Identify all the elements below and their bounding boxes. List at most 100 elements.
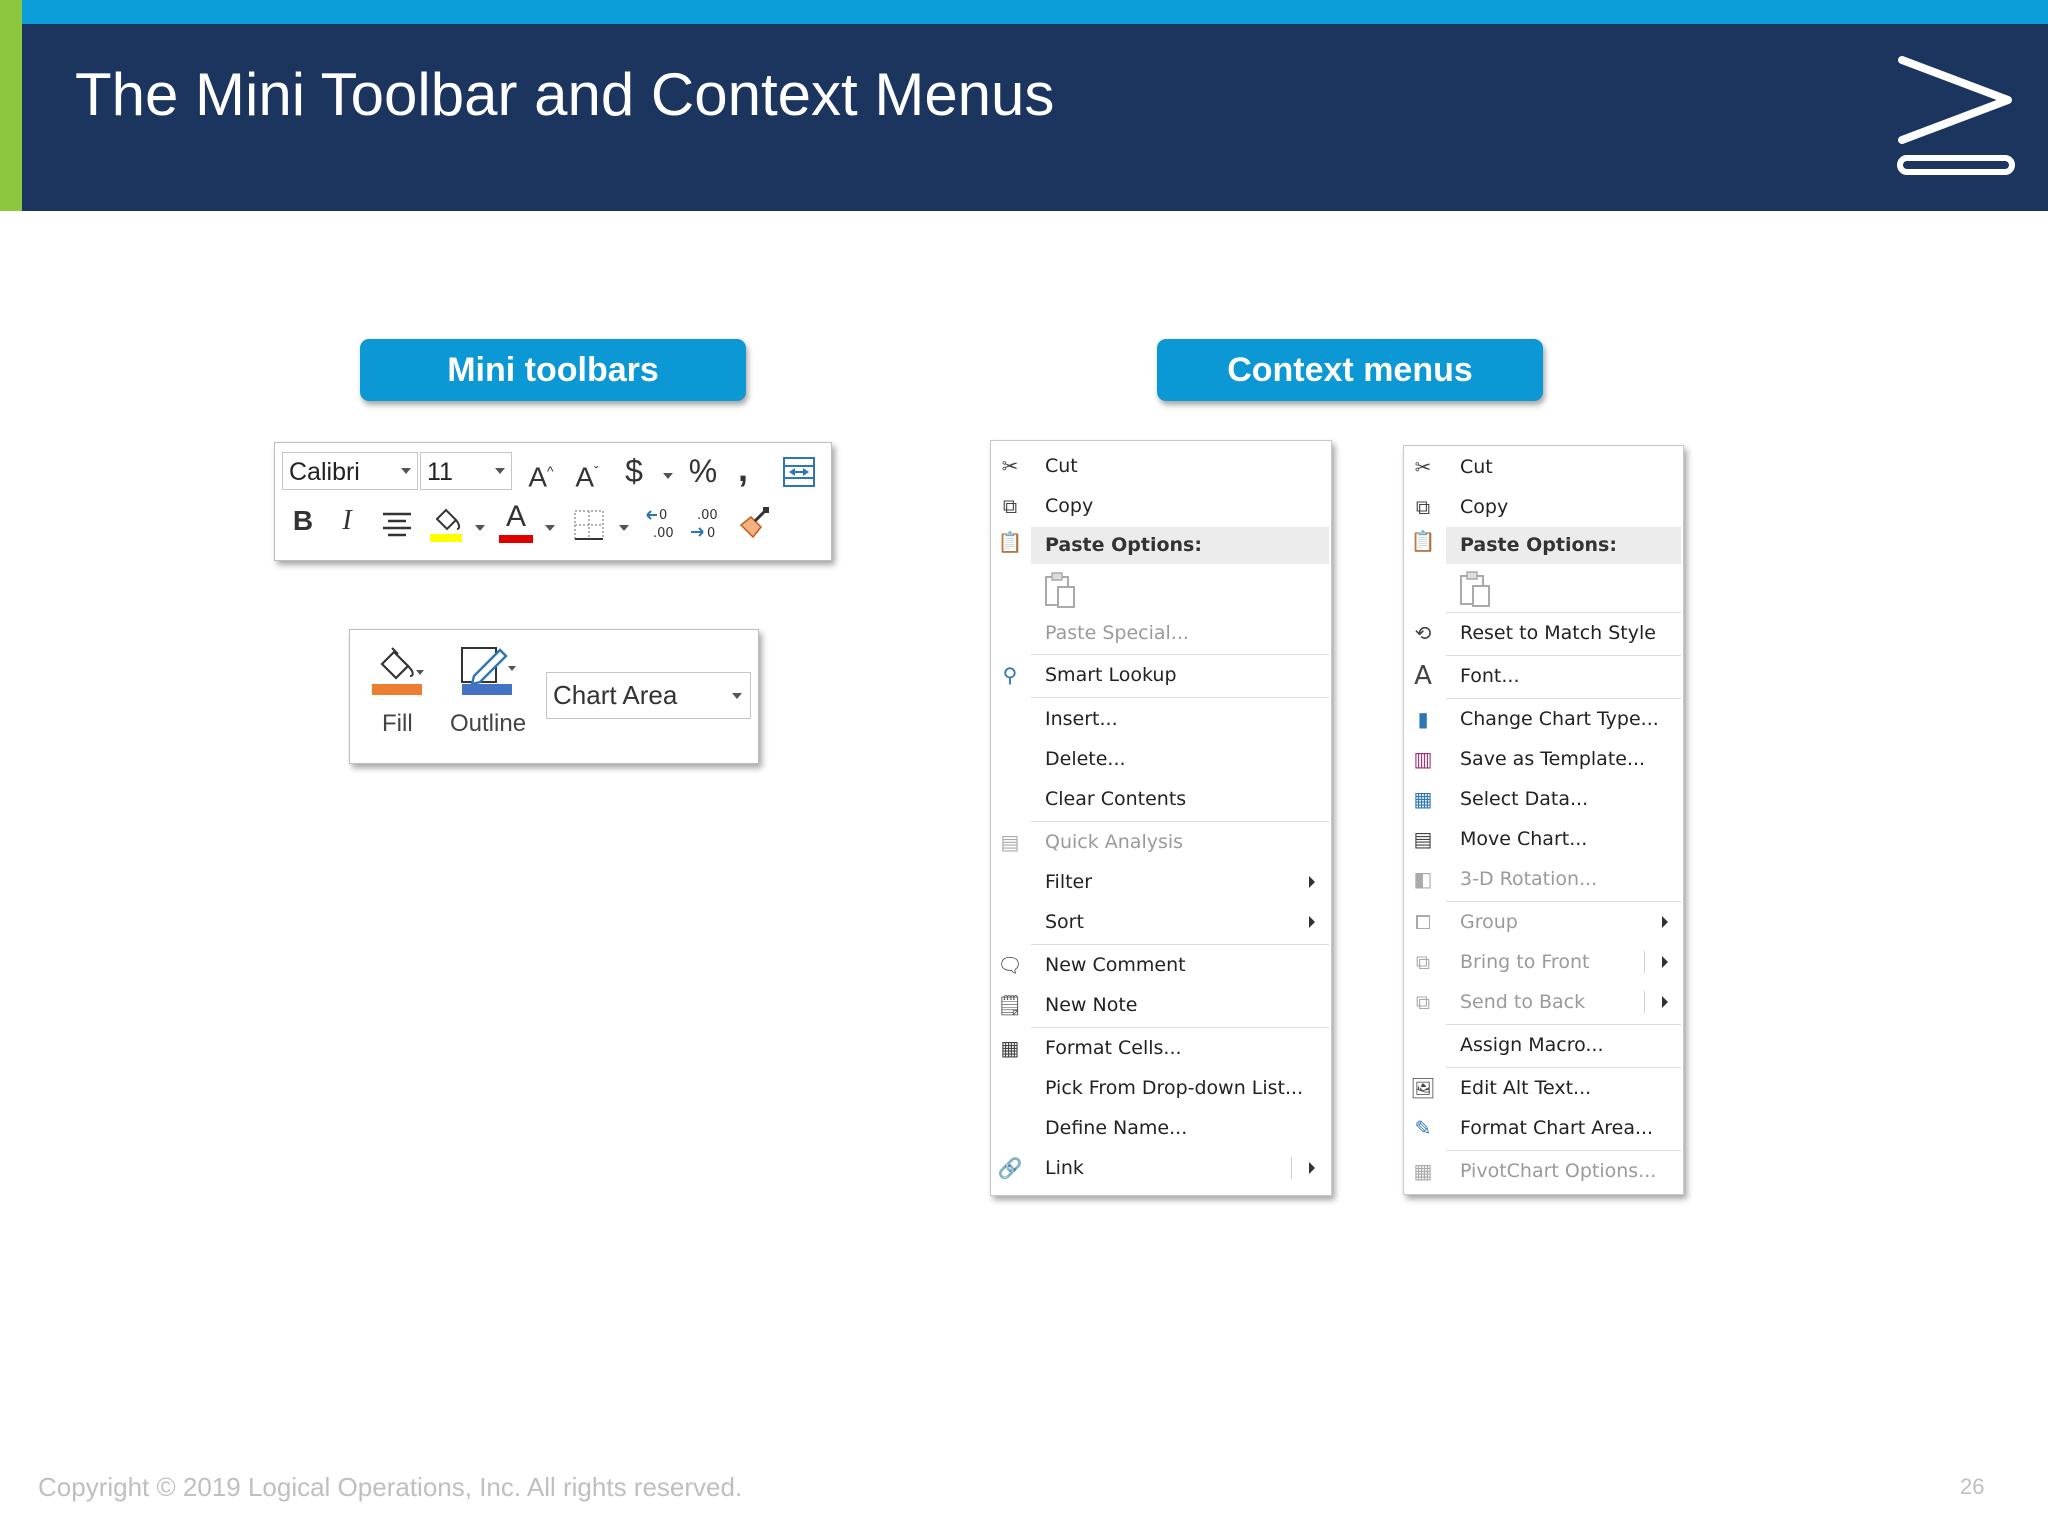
font-color-icon[interactable]: A xyxy=(499,499,533,535)
decrease-decimal-icon[interactable]: .00 0 xyxy=(689,505,725,543)
new-comment-icon: 🗨 xyxy=(997,953,1023,977)
menu-item-filter[interactable]: Filter xyxy=(991,865,1331,899)
left-accent-bar xyxy=(0,0,22,211)
menu-item-format-cells[interactable]: ▦ Format Cells... xyxy=(991,1031,1331,1065)
borders-icon[interactable] xyxy=(573,509,605,541)
outline-label[interactable]: Outline xyxy=(450,710,526,738)
menu-item-edit-alt-text[interactable]: 🖼 Edit Alt Text... xyxy=(1404,1071,1683,1105)
accent-strip xyxy=(0,0,2048,24)
menu-item-pivotchart-options[interactable]: ▦ PivotChart Options... xyxy=(1404,1154,1683,1188)
menu-item-select-data[interactable]: ▦ Select Data... xyxy=(1404,782,1683,816)
font-size-box[interactable]: 11 xyxy=(420,452,512,490)
comma-style-icon[interactable]: , xyxy=(730,451,756,487)
font-icon: A xyxy=(1414,661,1432,691)
chevron-down-icon[interactable] xyxy=(732,693,742,699)
quick-analysis-icon: ▤ xyxy=(1000,830,1020,854)
copyright-footer: Copyright © 2019 Logical Operations, Inc… xyxy=(38,1472,743,1502)
fill-color-icon[interactable] xyxy=(429,505,463,543)
chevron-right-icon xyxy=(1309,1162,1315,1174)
group-icon: ⧠ xyxy=(1415,910,1431,934)
chart-element-dropdown[interactable]: Chart Area xyxy=(546,672,751,719)
context-menus-label: Context menus xyxy=(1157,339,1543,401)
menu-item-copy[interactable]: ⧉ Copy xyxy=(991,489,1331,523)
menu-item-bring-to-front[interactable]: ⧉ Bring to Front xyxy=(1404,945,1683,979)
chevron-down-icon[interactable] xyxy=(545,525,555,531)
bold-icon[interactable]: B xyxy=(289,503,317,539)
mini-toolbar-format: Calibri 11 A^ Aˇ $ % , B I A 0 .00 .00 0 xyxy=(274,442,832,561)
chevron-right-icon xyxy=(1662,996,1668,1008)
menu-item-save-as-template[interactable]: ▥ Save as Template... xyxy=(1404,742,1683,776)
chevron-right-icon xyxy=(1662,956,1668,968)
svg-text:.00: .00 xyxy=(653,526,674,541)
menu-separator xyxy=(1446,612,1681,613)
menu-item-send-to-back[interactable]: ⧉ Send to Back xyxy=(1404,985,1683,1019)
merge-center-icon[interactable] xyxy=(783,457,815,487)
copy-icon: ⧉ xyxy=(1002,494,1018,518)
mini-toolbars-label: Mini toolbars xyxy=(360,339,746,401)
menu-item-group[interactable]: ⧠ Group xyxy=(1404,905,1683,939)
template-icon: ▥ xyxy=(1413,747,1433,771)
menu-item-format-chart-area[interactable]: ✎ Format Chart Area... xyxy=(1404,1111,1683,1145)
decrease-font-size-icon[interactable]: Aˇ xyxy=(571,453,603,495)
menu-item-cut[interactable]: ✂ Cut xyxy=(1404,450,1683,484)
chevron-right-icon xyxy=(1309,876,1315,888)
menu-item-move-chart[interactable]: ▤ Move Chart... xyxy=(1404,822,1683,856)
clipboard-icon: 📋 xyxy=(997,530,1023,554)
menu-separator xyxy=(1031,697,1329,698)
fill-label[interactable]: Fill xyxy=(382,710,413,738)
menu-item-font[interactable]: A Font... xyxy=(1404,659,1683,693)
menu-separator xyxy=(1031,654,1329,655)
menu-item-define-name[interactable]: Define Name... xyxy=(991,1111,1331,1145)
menu-separator xyxy=(1446,901,1681,902)
menu-item-paste-special[interactable]: Paste Special... xyxy=(991,616,1331,650)
menu-item-cut[interactable]: ✂ Cut xyxy=(991,449,1331,483)
font-color-swatch xyxy=(499,535,533,543)
menu-item-3d-rotation[interactable]: ◧ 3-D Rotation... xyxy=(1404,862,1683,896)
menu-separator xyxy=(1446,1024,1681,1025)
menu-item-assign-macro[interactable]: Assign Macro... xyxy=(1404,1028,1683,1062)
accounting-format-icon[interactable]: $ xyxy=(619,453,649,489)
chevron-down-icon[interactable] xyxy=(619,525,629,531)
chart-type-icon: ▮ xyxy=(1417,707,1429,731)
percent-style-icon[interactable]: % xyxy=(685,453,721,489)
menu-item-insert[interactable]: Insert... xyxy=(991,702,1331,736)
svg-text:.00: .00 xyxy=(697,508,718,523)
menu-separator xyxy=(1446,698,1681,699)
menu-item-copy[interactable]: ⧉ Copy xyxy=(1404,490,1683,524)
italic-icon[interactable]: I xyxy=(333,503,361,539)
increase-decimal-icon[interactable]: 0 .00 xyxy=(645,505,681,543)
reset-style-icon: ⟲ xyxy=(1414,621,1432,645)
menu-item-clear-contents[interactable]: Clear Contents xyxy=(991,782,1331,816)
chevron-down-icon[interactable] xyxy=(401,468,411,474)
mini-toolbar-chart: Fill Outline Chart Area xyxy=(349,629,759,764)
format-painter-icon[interactable] xyxy=(737,505,773,541)
format-chart-icon: ✎ xyxy=(1414,1116,1432,1140)
menu-item-smart-lookup[interactable]: ⚲ Smart Lookup xyxy=(991,658,1331,692)
menu-item-change-chart-type[interactable]: ▮ Change Chart Type... xyxy=(1404,702,1683,736)
font-name-box[interactable]: Calibri xyxy=(282,452,418,490)
paste-icon[interactable] xyxy=(1458,570,1494,608)
menu-item-link[interactable]: 🔗 Link xyxy=(991,1151,1331,1185)
menu-item-delete[interactable]: Delete... xyxy=(991,742,1331,776)
font-name-value: Calibri xyxy=(289,458,360,486)
paste-icon[interactable] xyxy=(1043,571,1079,609)
chevron-down-icon[interactable] xyxy=(663,473,673,479)
chevron-down-icon[interactable] xyxy=(495,468,505,474)
menu-item-quick-analysis[interactable]: ▤ Quick Analysis xyxy=(991,825,1331,859)
split-divider xyxy=(1644,991,1645,1013)
menu-item-reset-match-style[interactable]: ⟲ Reset to Match Style xyxy=(1404,616,1683,650)
svg-text:0: 0 xyxy=(659,508,667,523)
menu-item-pick-from-list[interactable]: Pick From Drop-down List... xyxy=(991,1071,1331,1105)
increase-font-size-icon[interactable]: A^ xyxy=(525,453,557,495)
menu-item-new-comment[interactable]: 🗨 New Comment xyxy=(991,948,1331,982)
chevron-down-icon[interactable] xyxy=(475,525,485,531)
menu-separator xyxy=(1031,944,1329,945)
pivotchart-icon: ▦ xyxy=(1413,1159,1433,1183)
menu-item-sort[interactable]: Sort xyxy=(991,905,1331,939)
clipboard-icon: 📋 xyxy=(1410,529,1436,553)
bring-front-icon: ⧉ xyxy=(1415,950,1431,974)
center-align-icon[interactable] xyxy=(381,511,413,539)
search-icon: ⚲ xyxy=(1002,663,1018,687)
menu-separator xyxy=(1031,1027,1329,1028)
menu-item-new-note[interactable]: 🗒 New Note xyxy=(991,988,1331,1022)
